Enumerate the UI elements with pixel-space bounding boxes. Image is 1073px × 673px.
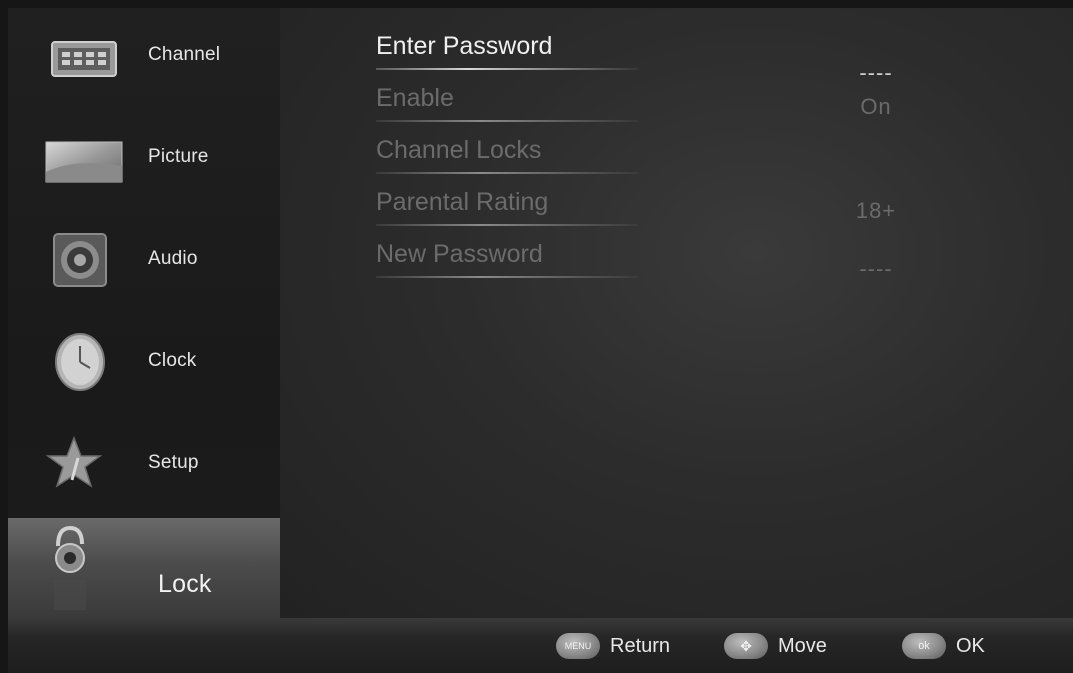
picture-icon: [44, 128, 124, 188]
row-divider: [376, 120, 638, 122]
menu-row-enable[interactable]: Enable On: [376, 78, 1016, 126]
menu-row-label: New Password: [376, 240, 543, 268]
sidebar: Channel Picture Audio Clock Setup Lock: [8, 8, 280, 618]
row-divider: [376, 224, 638, 226]
menu-row-value: On: [860, 94, 892, 119]
hint-label: OK: [956, 634, 985, 657]
menu-row-channel-locks[interactable]: Channel Locks: [376, 130, 1016, 178]
menu-row-enter-password[interactable]: Enter Password ----: [376, 26, 1016, 85]
channel-icon: [44, 26, 124, 86]
row-divider: [376, 68, 638, 70]
clock-icon: [44, 332, 124, 392]
sidebar-item-picture[interactable]: Picture: [8, 110, 280, 212]
setup-star-icon: [44, 434, 124, 494]
sidebar-item-clock[interactable]: Clock: [8, 314, 280, 416]
hint-move[interactable]: ✥ Move: [724, 630, 827, 662]
sidebar-item-label: Lock: [158, 570, 212, 598]
menu-row-value: ----: [859, 256, 893, 281]
sidebar-item-audio[interactable]: Audio: [8, 212, 280, 314]
hint-label: Move: [778, 634, 827, 657]
tv-menu-screen: Channel Picture Audio Clock Setup Lock E…: [0, 0, 1073, 673]
padlock-icon: [48, 524, 128, 610]
menu-row-label: Parental Rating: [376, 188, 549, 216]
sidebar-item-setup[interactable]: Setup: [8, 416, 280, 518]
audio-speaker-icon: [44, 230, 124, 290]
menu-row-parental-rating[interactable]: Parental Rating 18+: [376, 182, 1016, 230]
row-divider: [376, 172, 638, 174]
sidebar-item-label: Setup: [148, 452, 199, 473]
menu-row-new-password[interactable]: New Password ----: [376, 234, 1016, 282]
sidebar-item-channel[interactable]: Channel: [8, 8, 280, 110]
sidebar-item-label: Audio: [148, 248, 198, 269]
button-hint-bar: MENU Return ✥ Move ok OK: [8, 618, 1073, 673]
sidebar-item-label: Channel: [148, 44, 221, 65]
sidebar-item-lock[interactable]: Lock: [8, 518, 280, 618]
hint-return[interactable]: MENU Return: [556, 630, 670, 662]
lock-settings-panel: Enter Password ---- Enable On Channel Lo…: [280, 8, 1073, 618]
hint-ok[interactable]: ok OK: [902, 630, 985, 662]
sidebar-item-label: Picture: [148, 146, 209, 167]
ok-button-icon: ok: [902, 633, 946, 659]
dpad-icon: ✥: [724, 633, 768, 659]
menu-button-icon: MENU: [556, 633, 600, 659]
menu-row-label: Enable: [376, 84, 454, 112]
row-divider: [376, 276, 638, 278]
hint-label: Return: [610, 634, 671, 657]
menu-row-label: Channel Locks: [376, 136, 542, 164]
menu-row-label: Enter Password: [376, 32, 553, 60]
menu-row-value: 18+: [855, 198, 897, 223]
sidebar-item-label: Clock: [148, 350, 197, 371]
